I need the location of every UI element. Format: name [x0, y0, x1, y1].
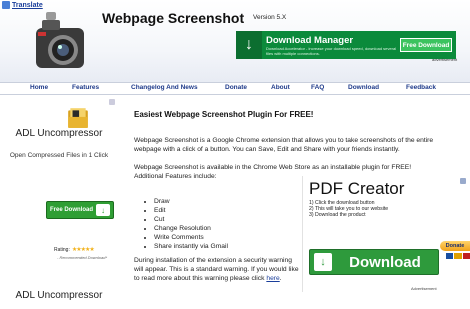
ad-product-title: ADL Uncompressor: [15, 128, 103, 139]
pdf-creator-ad[interactable]: PDF Creator 1) Click the download button…: [302, 176, 470, 292]
nav-download[interactable]: Download: [348, 84, 379, 91]
nav-feedback[interactable]: Feedback: [406, 84, 436, 91]
nav-donate[interactable]: Donate: [225, 84, 247, 91]
feature-item: Change Resolution: [154, 224, 228, 233]
download-arrow-icon: ↓: [236, 31, 262, 59]
recommended-note: - Recommended Download*: [57, 255, 108, 260]
ad-free-download-button[interactable]: Free Download: [400, 38, 452, 52]
adchoices-icon[interactable]: [460, 178, 466, 184]
download-manager-ad[interactable]: ↓ Download Manager Download Accelerator …: [236, 31, 456, 59]
feature-item: Edit: [154, 206, 228, 215]
read-more-link[interactable]: here: [266, 275, 279, 282]
google-translate-icon: [2, 1, 10, 9]
ad-title: Download Manager: [266, 34, 354, 46]
ad-label: advertisement: [432, 57, 458, 62]
intro-paragraph: Webpage Screenshot is a Google Chrome ex…: [134, 137, 434, 153]
ad-product-subtitle: Open Compressed Files in 1 Click: [9, 152, 109, 159]
free-download-label: Free Download: [50, 207, 94, 213]
site-header: Translate Webpage Screenshot Version 5.X…: [0, 0, 470, 84]
pdf-ad-steps: 1) Click the download button 2) This wil…: [309, 200, 389, 218]
sidebar-free-download-button[interactable]: Free Download ↓: [46, 201, 114, 219]
download-arrow-icon: ↓: [96, 204, 110, 216]
nav-home[interactable]: Home: [30, 84, 48, 91]
security-paragraph: During installation of the extension a s…: [134, 257, 299, 282]
feature-item: Share instantly via Gmail: [154, 242, 228, 251]
feature-item: Draw: [154, 197, 228, 206]
nav-about[interactable]: About: [271, 84, 290, 91]
pdf-ad-title: PDF Creator: [309, 179, 405, 198]
adchoices-icon[interactable]: [109, 99, 115, 105]
page-heading: Easiest Webpage Screenshot Plugin For FR…: [134, 110, 314, 119]
pdf-ad-label: Advertisement: [411, 286, 437, 291]
donate-button[interactable]: Donate: [440, 241, 470, 251]
version-label: Version 5.X: [253, 14, 287, 21]
site-title: Webpage Screenshot: [102, 10, 245, 26]
feature-item: Cut: [154, 215, 228, 224]
pdf-download-button[interactable]: ↓ Download: [309, 249, 439, 275]
main-nav: Home Features Changelog And News Donate …: [0, 82, 470, 95]
payment-cards-icon: [446, 253, 470, 259]
nav-changelog[interactable]: Changelog And News: [131, 84, 198, 91]
nav-features[interactable]: Features: [72, 84, 99, 91]
ad-product-title-2: ADL Uncompressor: [15, 290, 103, 301]
ad-subtitle: Download Accelerator - increase your dow…: [266, 45, 397, 56]
download-arrow-icon: ↓: [314, 253, 332, 271]
star-rating-icon: ★★★★★: [71, 247, 95, 253]
features-list: Draw Edit Cut Change Resolution Write Co…: [146, 197, 228, 251]
camera-logo-icon: [36, 12, 84, 68]
feature-item: Write Comments: [154, 233, 228, 242]
product-rating: Rating: ★★★★★: [54, 246, 95, 254]
nav-faq[interactable]: FAQ: [311, 84, 324, 91]
